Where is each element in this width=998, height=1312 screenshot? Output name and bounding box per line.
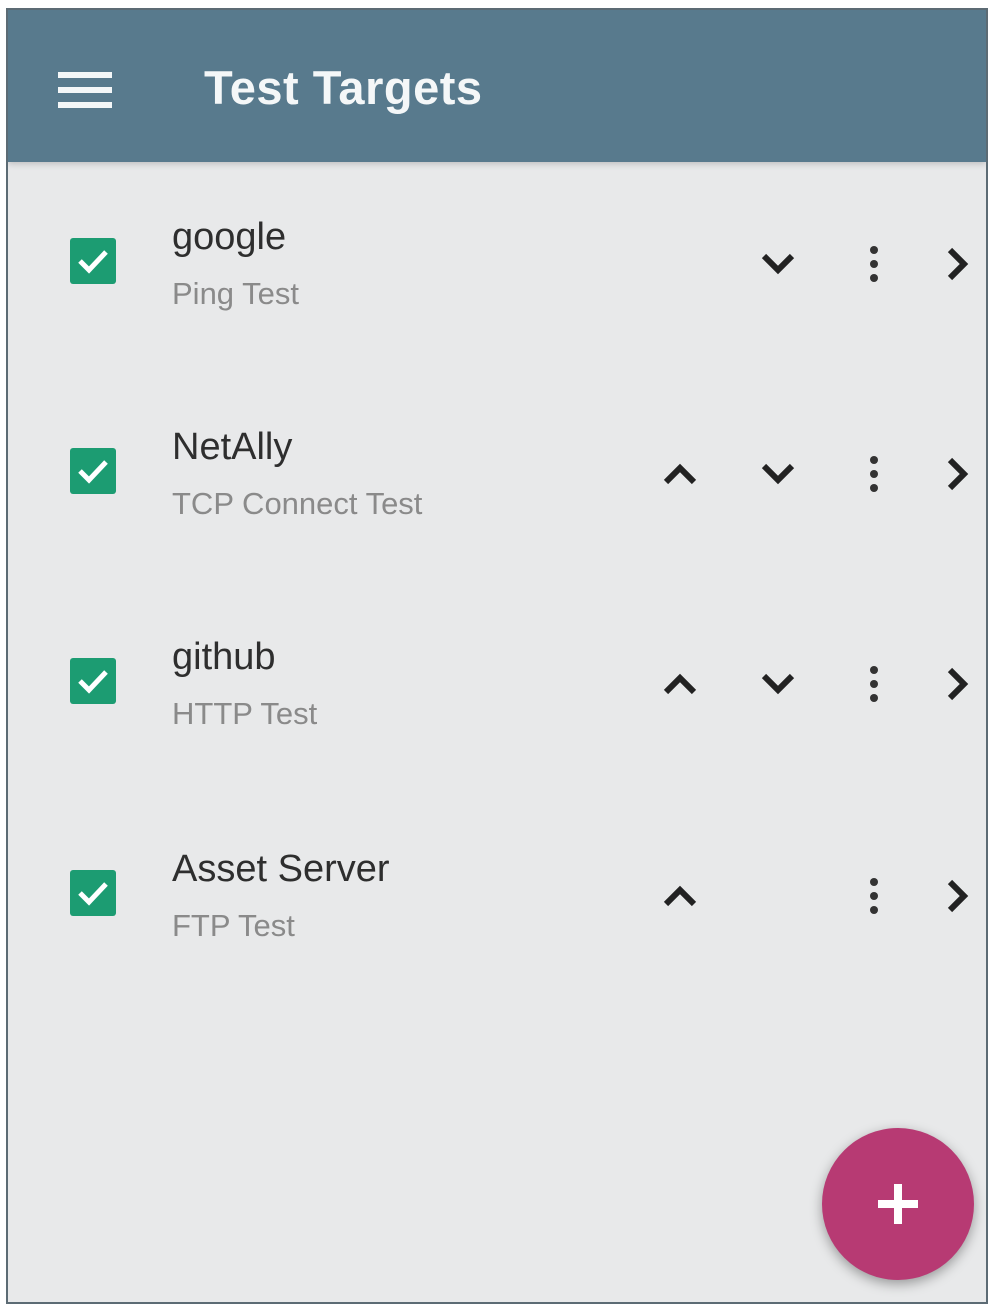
chevron-down-icon [761,673,795,695]
more-vert-icon [870,456,878,492]
move-up-button[interactable] [652,870,708,922]
chevron-right-icon [947,879,969,913]
chevron-up-icon [663,885,697,907]
move-up-button[interactable] [652,448,708,500]
more-options-button[interactable] [846,658,902,710]
target-name: github [172,636,276,678]
app-bar: Test Targets [8,10,986,162]
chevron-up-icon [663,463,697,485]
target-name: NetAlly [172,426,293,468]
target-row[interactable]: github HTTP Test [8,582,986,772]
open-target-button[interactable] [930,658,986,710]
target-checkbox[interactable] [70,870,116,916]
chevron-right-icon [947,667,969,701]
page-title: Test Targets [204,61,483,114]
target-checkbox[interactable] [70,238,116,284]
more-options-button[interactable] [846,238,902,290]
more-vert-icon [870,666,878,702]
checkmark-icon [78,670,108,694]
app-frame: Test Targets google Ping Test NetAlly TC… [6,8,988,1304]
target-test-type: HTTP Test [172,696,318,731]
move-down-button[interactable] [750,238,806,290]
checkmark-icon [78,460,108,484]
checkmark-icon [78,250,108,274]
more-options-button[interactable] [846,870,902,922]
chevron-right-icon [947,247,969,281]
target-checkbox[interactable] [70,448,116,494]
menu-button[interactable] [54,62,116,118]
plus-icon [878,1184,918,1224]
target-test-type: FTP Test [172,908,295,943]
chevron-down-icon [761,253,795,275]
open-target-button[interactable] [930,870,986,922]
more-options-button[interactable] [846,448,902,500]
open-target-button[interactable] [930,238,986,290]
target-name: google [172,216,287,258]
target-test-type: Ping Test [172,276,299,311]
target-row[interactable]: google Ping Test [8,162,986,352]
move-up-button[interactable] [652,658,708,710]
move-down-button[interactable] [750,448,806,500]
target-row[interactable]: NetAlly TCP Connect Test [8,372,986,562]
add-target-button[interactable] [822,1128,974,1280]
target-row[interactable]: Asset Server FTP Test [8,794,986,984]
hamburger-menu-icon [58,72,112,108]
open-target-button[interactable] [930,448,986,500]
chevron-down-icon [761,463,795,485]
chevron-right-icon [947,457,969,491]
target-test-type: TCP Connect Test [172,486,423,521]
more-vert-icon [870,246,878,282]
target-checkbox[interactable] [70,658,116,704]
more-vert-icon [870,878,878,914]
checkmark-icon [78,882,108,906]
target-name: Asset Server [172,848,390,890]
move-down-button[interactable] [750,658,806,710]
chevron-up-icon [663,673,697,695]
